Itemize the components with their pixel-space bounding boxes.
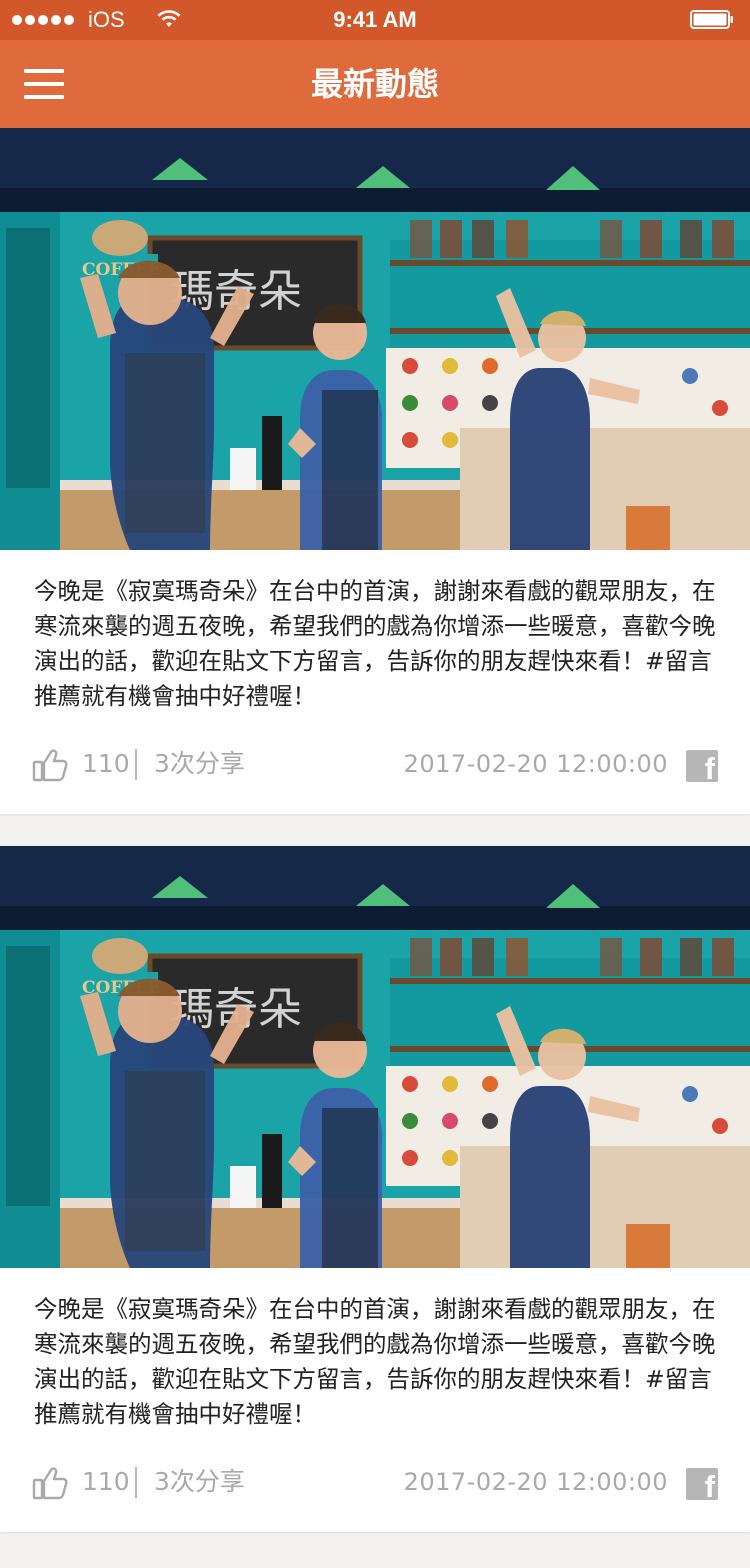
post-photo[interactable]: 瑪奇朵 COFFEE	[0, 846, 750, 1268]
post-timestamp: 2017-02-20 12:00:00	[403, 750, 668, 778]
thumbs-up-icon[interactable]	[32, 748, 68, 782]
post-timestamp: 2017-02-20 12:00:00	[403, 1468, 668, 1496]
status-time: 9:41 AM	[333, 7, 417, 32]
page-title: 最新動態	[310, 65, 439, 103]
navigation-bar: 最新動態	[0, 40, 750, 128]
post-meta: 110 3次分享 2017-02-20 12:00:00 f	[0, 1462, 750, 1506]
status-bar: iOS 9:41 AM	[0, 0, 750, 40]
post-text: 今晚是《寂寞瑪奇朵》在台中的首演，謝謝來看戲的觀眾朋友，在寒流來襲的週五夜晚，希…	[34, 1295, 716, 1428]
meta-divider	[135, 749, 137, 780]
battery-icon	[690, 10, 733, 29]
post-card: 瑪奇朵 COFFEE	[0, 128, 750, 814]
meta-divider	[135, 1467, 137, 1498]
hamburger-menu-icon[interactable]	[18, 62, 68, 106]
post-photo[interactable]: 瑪奇朵 COFFEE	[0, 128, 750, 550]
facebook-icon[interactable]: f	[686, 750, 718, 782]
post-card: 瑪奇朵 COFFEE	[0, 846, 750, 1532]
share-count[interactable]: 3次分享	[154, 748, 245, 780]
post-text: 今晚是《寂寞瑪奇朵》在台中的首演，謝謝來看戲的觀眾朋友，在寒流來襲的週五夜晚，希…	[34, 577, 716, 710]
like-count: 110	[82, 749, 130, 778]
like-count: 110	[82, 1467, 130, 1496]
share-count[interactable]: 3次分享	[154, 1466, 245, 1498]
facebook-icon[interactable]: f	[686, 1468, 718, 1500]
post-meta: 110 3次分享 2017-02-20 12:00:00 f	[0, 744, 750, 788]
thumbs-up-icon[interactable]	[32, 1466, 68, 1500]
